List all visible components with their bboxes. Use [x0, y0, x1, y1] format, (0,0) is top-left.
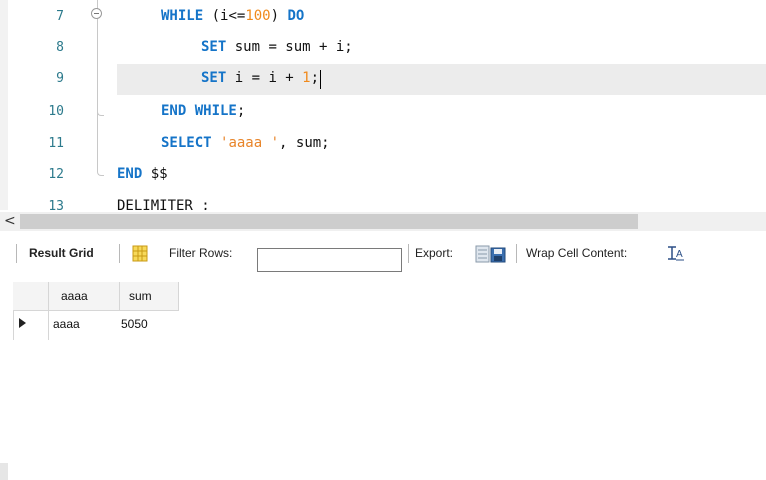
code-text: SET i = i + 1;: [201, 70, 319, 86]
row-header-divider: [48, 311, 49, 340]
code-token: i = i +: [226, 70, 303, 86]
filter-rows-input[interactable]: [257, 248, 402, 272]
code-line[interactable]: 13 DELIMITER ;: [0, 192, 766, 210]
table-cell[interactable]: aaaa: [53, 312, 119, 340]
code-line[interactable]: 12 END $$: [0, 160, 766, 191]
fold-end-procedure: [97, 169, 104, 176]
code-line[interactable]: 11 SELECT 'aaaa ', sum;: [0, 129, 766, 160]
code-token: sum = sum + i;: [226, 39, 353, 55]
scroll-left-icon[interactable]: <: [4, 213, 16, 229]
code-text: END $$: [117, 166, 168, 182]
line-number: 9: [56, 71, 64, 86]
toolbar-separator: [16, 244, 17, 263]
result-grid-tab[interactable]: Result Grid: [29, 246, 94, 260]
code-text: DELIMITER ;: [117, 198, 210, 210]
status-strip: [0, 463, 8, 480]
code-line[interactable]: 9 SET i = i + 1;: [0, 64, 766, 95]
line-number: 8: [56, 40, 64, 55]
code-token: SET: [201, 70, 227, 86]
wrap-text-icon[interactable]: A: [667, 244, 685, 262]
code-token: END: [117, 166, 143, 182]
current-row-marker-icon: [19, 318, 26, 328]
table-cell[interactable]: 5050: [121, 312, 179, 340]
code-text: SET sum = sum + i;: [201, 39, 353, 55]
fold-collapse-icon[interactable]: [91, 8, 102, 19]
svg-text:A: A: [676, 249, 683, 260]
line-number: 11: [48, 136, 64, 151]
scrollbar-thumb[interactable]: [20, 214, 638, 229]
line-number: 10: [48, 104, 64, 119]
export-label: Export:: [415, 246, 454, 260]
fold-end-while: [97, 109, 104, 116]
result-toolbar: Result Grid Filter Rows: Export: Wrap Ce…: [0, 233, 766, 273]
toolbar-separator: [516, 244, 517, 263]
code-token: SELECT: [161, 135, 212, 151]
code-text: END WHILE;: [161, 103, 245, 119]
code-token: 1: [302, 70, 311, 86]
code-token: DELIMITER ;: [117, 198, 210, 210]
code-token: SET: [201, 39, 227, 55]
column-header-label: sum: [129, 289, 152, 303]
line-number: 12: [48, 167, 64, 182]
code-token: ): [270, 8, 288, 24]
code-token: DO: [287, 8, 305, 24]
line-number: 7: [56, 9, 64, 24]
text-caret: [320, 70, 322, 89]
code-line[interactable]: 10 END WHILE;: [0, 97, 766, 128]
code-token: 100: [245, 8, 271, 24]
code-token: (: [203, 8, 221, 24]
code-token: WHILE: [161, 8, 204, 24]
code-text: WHILE (i<=100) DO: [161, 8, 304, 24]
code-token: ;: [310, 70, 320, 86]
horizontal-scrollbar[interactable]: <: [0, 212, 766, 231]
code-token: $$: [142, 166, 168, 182]
export-icon[interactable]: [475, 244, 509, 264]
code-token: , sum;: [279, 135, 330, 151]
column-header-label: aaaa: [61, 289, 88, 303]
toolbar-separator: [119, 244, 120, 263]
wrap-cell-content-label: Wrap Cell Content:: [526, 246, 628, 260]
cell-value: aaaa: [53, 317, 80, 331]
column-header-aaaa[interactable]: aaaa: [49, 282, 120, 311]
code-text: SELECT 'aaaa ', sum;: [161, 135, 330, 151]
line-number: 13: [48, 199, 64, 210]
toolbar-separator: [408, 244, 409, 263]
cell-value: 5050: [121, 317, 148, 331]
code-token: ;: [236, 103, 246, 119]
code-line[interactable]: 7 WHILE (i<=100) DO: [0, 2, 766, 33]
column-header-sum[interactable]: sum: [120, 282, 179, 311]
filter-rows-label: Filter Rows:: [169, 246, 233, 260]
grid-layout-icon[interactable]: [132, 245, 148, 262]
fold-guide-procedure: [97, 0, 98, 170]
code-token: 'aaaa ': [220, 135, 280, 151]
code-token: i<=: [220, 8, 246, 24]
code-line[interactable]: 8 SET sum = sum + i;: [0, 33, 766, 64]
sql-editor[interactable]: 7 WHILE (i<=100) DO 8 SET sum = sum + i; 9 SE…: [0, 0, 766, 210]
code-token: END WHILE: [161, 103, 237, 119]
row-header-corner: [13, 282, 49, 311]
